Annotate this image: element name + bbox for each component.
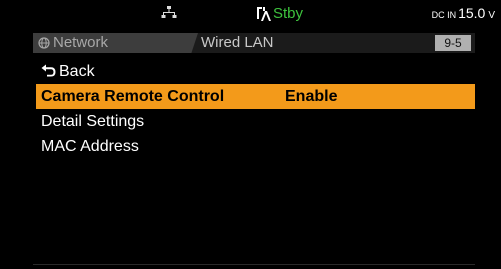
recording-status: Stby — [254, 3, 303, 25]
globe-icon — [38, 37, 50, 49]
bottom-divider — [33, 264, 475, 265]
menu-header: Network Wired LAN 9-5 — [33, 33, 475, 53]
power-voltage-value: 15.0 — [458, 5, 486, 21]
network-icon — [161, 6, 177, 18]
breadcrumb-parent-label: Network — [53, 34, 109, 51]
card-record-icon — [257, 7, 271, 21]
power-source-label: DC IN — [431, 10, 457, 20]
menu-item-label: Detail Settings — [41, 113, 145, 130]
back-arrow-icon — [41, 64, 56, 77]
page-number-badge: 9-5 — [435, 35, 471, 51]
power-indicator: DC IN 15.0 V — [432, 5, 495, 21]
back-button[interactable]: Back — [36, 60, 475, 84]
back-label: Back — [59, 63, 95, 80]
power-voltage-unit: V — [488, 10, 495, 21]
menu-item-detail-settings[interactable]: Detail Settings — [36, 109, 475, 134]
standby-label: Stby — [273, 5, 304, 22]
camera-menu-screen: Stby DC IN 15.0 V Network Wired LAN 9-5 … — [0, 0, 501, 269]
menu-item-mac-address[interactable]: MAC Address — [36, 134, 475, 159]
menu-item-value: Enable — [285, 88, 338, 105]
menu-item-label: MAC Address — [41, 138, 139, 155]
menu-list: Back Camera Remote Control Enable Detail… — [36, 60, 475, 159]
menu-item-camera-remote-control[interactable]: Camera Remote Control Enable — [36, 84, 475, 109]
status-bar: Stby DC IN 15.0 V — [0, 0, 501, 30]
menu-item-label: Camera Remote Control — [41, 88, 225, 105]
breadcrumb-current-label: Wired LAN — [201, 34, 274, 51]
breadcrumb-parent[interactable]: Network — [33, 33, 198, 53]
